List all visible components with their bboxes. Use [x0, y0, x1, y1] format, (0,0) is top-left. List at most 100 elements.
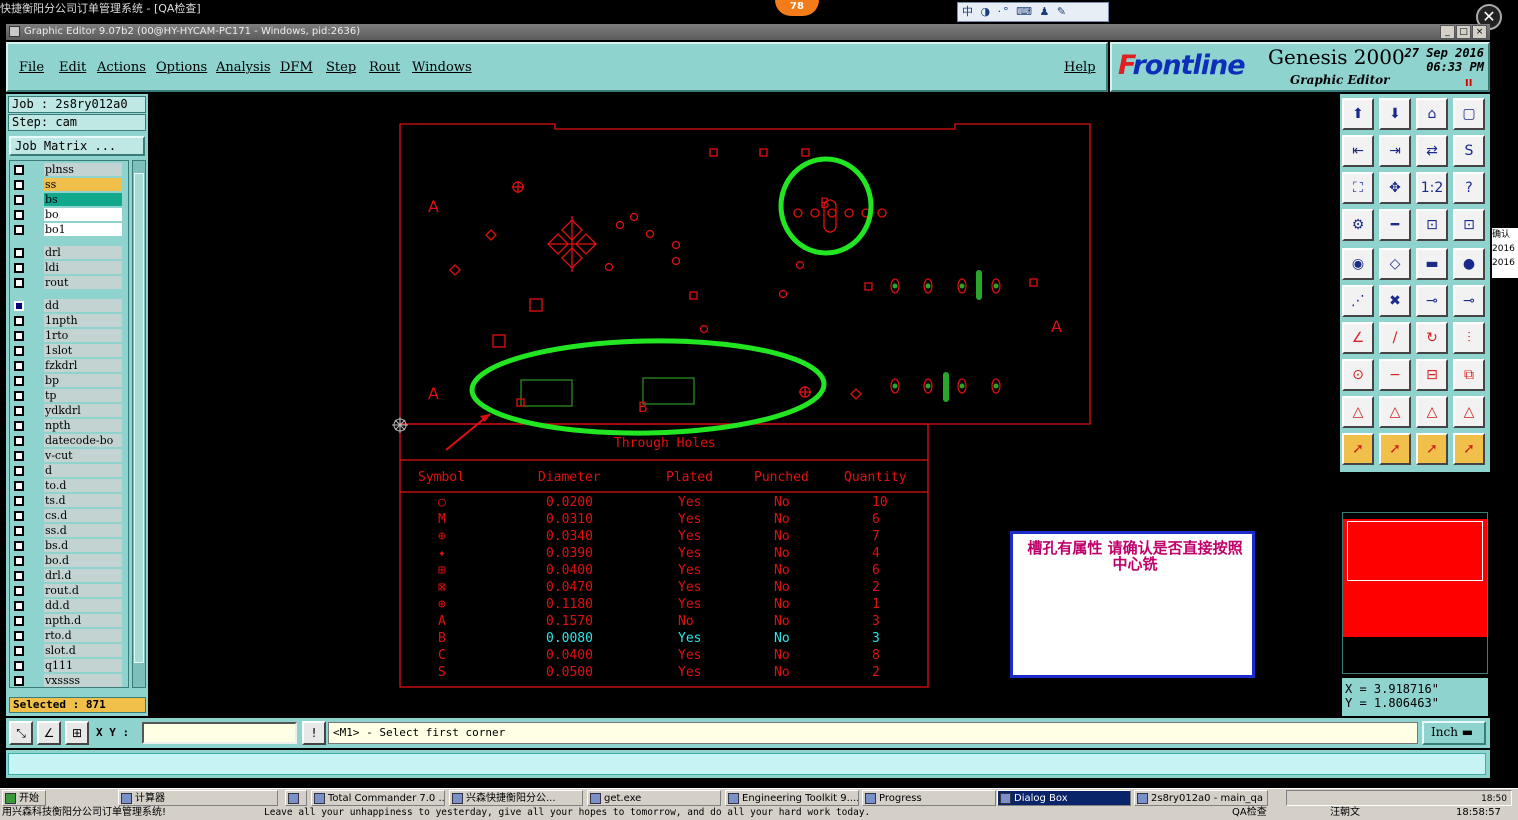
taskbar-item[interactable]: Engineering Toolkit 9....	[725, 790, 859, 806]
taskbar-item[interactable]: get.exe	[587, 790, 721, 806]
layer-name[interactable]: to.d	[44, 479, 122, 492]
layer-checkbox[interactable]	[14, 451, 24, 461]
layer-name[interactable]: bs.d	[44, 539, 122, 552]
layer-checkbox[interactable]	[14, 646, 24, 656]
layer-name[interactable]: fzkdrl	[44, 359, 122, 372]
layer-name[interactable]: cs.d	[44, 509, 122, 522]
help-icon[interactable]: ?	[1453, 172, 1485, 204]
taskbar-item[interactable]: Total Commander 7.0 ...	[311, 790, 445, 806]
fit-icon[interactable]: ⛶	[1342, 172, 1374, 204]
scrollbar-thumb[interactable]	[134, 173, 144, 663]
layer-name[interactable]: dd.d	[44, 599, 122, 612]
layer-checkbox[interactable]	[14, 511, 24, 521]
layer-name[interactable]: drl.d	[44, 569, 122, 582]
pointer-grid-icon[interactable]: ➚	[1453, 433, 1485, 465]
layer-checkbox[interactable]	[14, 616, 24, 626]
layer-name[interactable]: bs	[44, 193, 122, 206]
cross-icon[interactable]: ✖	[1379, 285, 1411, 317]
layer-name[interactable]: ydkdrl	[44, 404, 122, 417]
ime-toolbar[interactable]: 中 ◑ ·° ⌨ ♟ ✎	[957, 2, 1109, 22]
layer-name[interactable]: bp	[44, 374, 122, 387]
layer-row[interactable]: fzkdrl	[12, 359, 128, 373]
layer-name[interactable]: plnss	[44, 163, 122, 176]
layer-row[interactable]: drl	[12, 246, 128, 260]
zoom-icon[interactable]: ✥	[1379, 172, 1411, 204]
layer-row[interactable]: bs	[12, 193, 128, 207]
layer-name[interactable]: dd	[44, 299, 122, 312]
layer-name[interactable]: d	[44, 464, 122, 477]
menu-rout[interactable]: Rout	[369, 60, 400, 75]
layer-checkbox[interactable]	[14, 210, 24, 220]
layer-row[interactable]: bo1	[12, 223, 128, 237]
rotate-icon[interactable]: ◉	[1342, 248, 1374, 280]
tools-icon[interactable]: ⚙	[1342, 209, 1374, 241]
pointer-rot-icon[interactable]: ➚	[1416, 433, 1448, 465]
layer-checkbox[interactable]	[14, 421, 24, 431]
xy-input[interactable]	[142, 722, 297, 744]
layer-row[interactable]: to.d	[12, 479, 128, 493]
layer-name[interactable]: 1npth	[44, 314, 122, 327]
step-in-icon[interactable]: ⇤	[1342, 135, 1374, 167]
layer-checkbox[interactable]	[14, 496, 24, 506]
zoom-area-icon[interactable]: ⤡	[9, 721, 33, 745]
layer-checkbox[interactable]	[14, 631, 24, 641]
taskbar-item[interactable]: 计算器	[118, 790, 278, 806]
layer-name[interactable]: rout	[44, 276, 122, 289]
layer-checkbox[interactable]	[14, 541, 24, 551]
layer-checkbox[interactable]	[14, 556, 24, 566]
taskbar-item[interactable]: 兴森快捷衡阳分公...	[449, 790, 583, 806]
layer-row[interactable]: ss.d	[12, 524, 128, 538]
connect-icon[interactable]: ⊸	[1416, 285, 1448, 317]
layer-checkbox[interactable]	[14, 526, 24, 536]
layer-checkbox[interactable]	[14, 586, 24, 596]
measure-icon[interactable]: ∠	[37, 721, 61, 745]
layer-checkbox[interactable]	[14, 676, 24, 686]
layer-row[interactable]: 1npth	[12, 314, 128, 328]
layer-row[interactable]: cs.d	[12, 509, 128, 523]
layer-checkbox[interactable]	[14, 278, 24, 288]
layer-name[interactable]: drl	[44, 246, 122, 259]
layer-row[interactable]: dd	[12, 299, 128, 313]
triangle-b-icon[interactable]: △	[1416, 396, 1448, 428]
node-icon[interactable]: ⋰	[1342, 285, 1374, 317]
layer-name[interactable]: ldi	[44, 261, 122, 274]
layer-row[interactable]: ldi	[12, 261, 128, 275]
column-b-icon[interactable]: ⊡	[1453, 209, 1485, 241]
layer-name[interactable]: ss.d	[44, 524, 122, 537]
layer-name[interactable]: ss	[44, 178, 122, 191]
layer-row[interactable]: dd.d	[12, 599, 128, 613]
menu-windows[interactable]: Windows	[412, 60, 472, 75]
layer-checkbox[interactable]	[14, 661, 24, 671]
layer-row[interactable]: v-cut	[12, 449, 128, 463]
ratio-icon[interactable]: 1:2	[1416, 172, 1448, 204]
layer-name[interactable]: rout.d	[44, 584, 122, 597]
start-button[interactable]: 开始	[2, 790, 46, 806]
pointer-box-icon[interactable]: ➚	[1379, 433, 1411, 465]
layer-checkbox[interactable]	[14, 361, 24, 371]
menu-step[interactable]: Step	[326, 60, 356, 75]
point-icon[interactable]: ⊸	[1453, 285, 1485, 317]
layer-scrollbar[interactable]	[132, 160, 146, 688]
triangle-icon[interactable]: △	[1342, 396, 1374, 428]
layer-name[interactable]: datecode-bo	[44, 434, 122, 447]
minus-icon[interactable]: −	[1379, 359, 1411, 391]
menu-help[interactable]: Help	[1064, 60, 1096, 75]
layer-row[interactable]: datecode-bo	[12, 434, 128, 448]
layer-row[interactable]: 1rto	[12, 329, 128, 343]
layer-name[interactable]: npth	[44, 419, 122, 432]
layer-checkbox[interactable]	[14, 466, 24, 476]
copy-icon[interactable]: ⧉	[1453, 359, 1485, 391]
triangle-a-icon[interactable]: △	[1379, 396, 1411, 428]
outline-icon[interactable]: ◇	[1379, 248, 1411, 280]
layer-row[interactable]: bo	[12, 208, 128, 222]
grid-icon[interactable]: ⊞	[65, 721, 89, 745]
taskbar-item[interactable]: Dialog Box	[997, 790, 1131, 806]
menu-analysis[interactable]: Analysis	[216, 60, 271, 75]
layer-row[interactable]: 1slot	[12, 344, 128, 358]
layer-row[interactable]: rto.d	[12, 629, 128, 643]
layer-row[interactable]: ts.d	[12, 494, 128, 508]
layer-checkbox[interactable]	[14, 165, 24, 175]
menu-dfm[interactable]: DFM	[280, 60, 313, 75]
dot-icon[interactable]: ●	[1453, 248, 1485, 280]
layer-checkbox[interactable]	[14, 248, 24, 258]
